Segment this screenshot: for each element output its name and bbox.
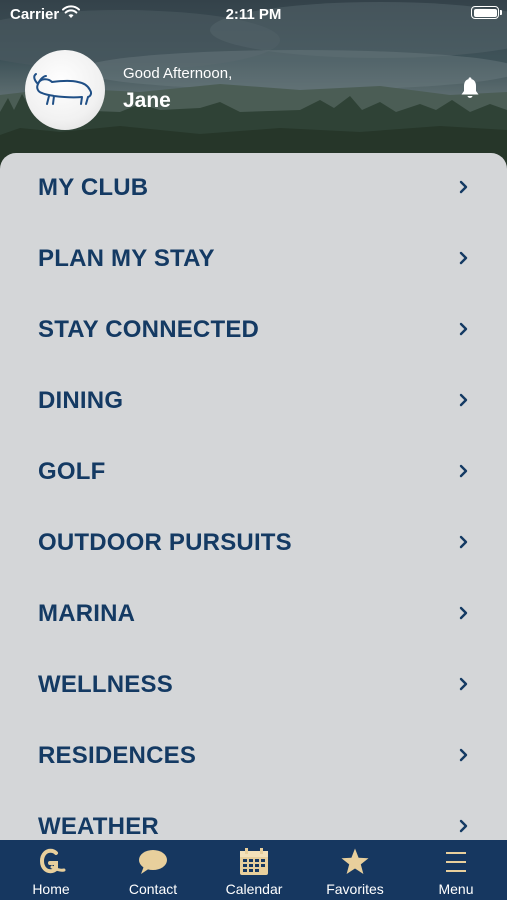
club-logo-avatar[interactable] — [25, 50, 105, 130]
tab-favorites[interactable]: Favorites — [305, 840, 405, 900]
menu-item-label: WELLNESS — [38, 671, 173, 698]
tab-menu[interactable]: Menu — [406, 840, 506, 900]
clock: 2:11 PM — [225, 6, 282, 23]
menu-item-label: STAY CONNECTED — [38, 316, 260, 343]
bull-logo-icon — [33, 73, 93, 105]
menu-item-my-club[interactable]: MY CLUB — [0, 153, 507, 224]
chevron-right-icon — [459, 748, 468, 762]
menu-item-label: MY CLUB — [38, 174, 149, 201]
star-icon — [341, 848, 369, 874]
menu-item-outdoor-pursuits[interactable]: OUTDOOR PURSUITS — [0, 508, 507, 579]
menu-item-wellness[interactable]: WELLNESS — [0, 650, 507, 721]
chevron-right-icon — [459, 251, 468, 265]
menu-item-label: DINING — [38, 387, 124, 414]
tab-label: Favorites — [326, 881, 384, 897]
menu-item-residences[interactable]: RESIDENCES — [0, 721, 507, 792]
chevron-right-icon — [459, 322, 468, 336]
user-name: Jane — [123, 89, 171, 112]
bottom-tab-bar: Home Contact Calendar Favorites Menu — [0, 840, 507, 900]
chevron-right-icon — [459, 393, 468, 407]
tab-label: Home — [32, 881, 70, 897]
menu-item-label: RESIDENCES — [38, 742, 197, 769]
tab-calendar[interactable]: Calendar — [204, 840, 304, 900]
menu-item-label: MARINA — [38, 600, 136, 627]
chevron-right-icon — [459, 606, 468, 620]
tab-home[interactable]: Home — [1, 840, 101, 900]
chevron-right-icon — [459, 819, 468, 833]
greeting-text: Good Afternoon, — [123, 65, 233, 82]
chevron-right-icon — [459, 677, 468, 691]
tab-label: Contact — [128, 881, 178, 897]
battery-tip — [500, 10, 502, 15]
tab-label: Calendar — [225, 881, 283, 897]
main-menu-panel: MY CLUB PLAN MY STAY STAY CONNECTED DINI… — [0, 153, 507, 843]
menu-item-label: OUTDOOR PURSUITS — [38, 529, 292, 556]
chevron-right-icon — [459, 180, 468, 194]
menu-item-label: WEATHER — [38, 813, 159, 840]
menu-item-golf[interactable]: GOLF — [0, 437, 507, 508]
status-bar: Carrier 2:11 PM — [0, 0, 507, 30]
menu-item-weather[interactable]: WEATHER — [0, 792, 507, 843]
club-logo-icon — [40, 848, 66, 874]
menu-item-stay-connected[interactable]: STAY CONNECTED — [0, 295, 507, 366]
bell-icon[interactable] — [457, 76, 483, 102]
chevron-right-icon — [459, 464, 468, 478]
tab-label: Menu — [438, 881, 474, 897]
menu-item-dining[interactable]: DINING — [0, 366, 507, 437]
menu-item-label: GOLF — [38, 458, 106, 485]
tab-contact[interactable]: Contact — [103, 840, 203, 900]
battery-icon — [471, 6, 499, 19]
menu-item-label: PLAN MY STAY — [38, 245, 215, 272]
calendar-icon — [240, 848, 268, 875]
chat-bubble-icon — [139, 850, 167, 874]
menu-item-marina[interactable]: MARINA — [0, 579, 507, 650]
menu-item-plan-my-stay[interactable]: PLAN MY STAY — [0, 224, 507, 295]
chevron-right-icon — [459, 535, 468, 549]
hamburger-icon — [446, 852, 466, 872]
